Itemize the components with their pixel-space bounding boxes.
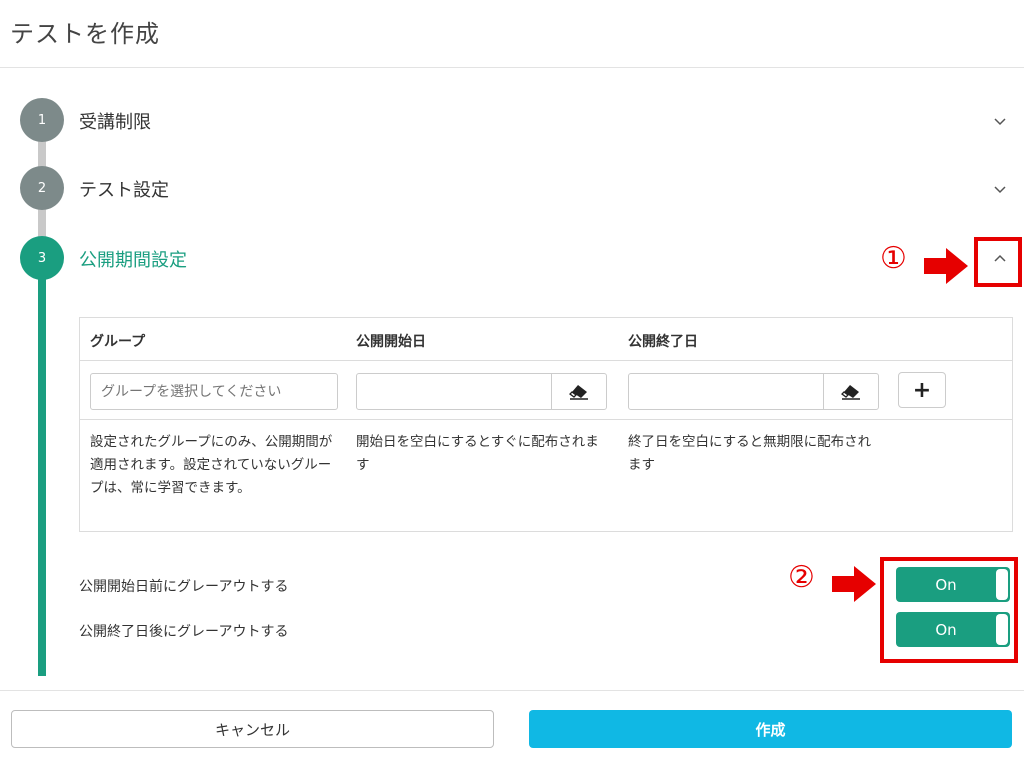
- toggle-state-label: On: [935, 620, 957, 639]
- grayout-before-start-toggle[interactable]: On: [896, 567, 1010, 602]
- grayout-after-end-toggle[interactable]: On: [896, 612, 1010, 647]
- eraser-icon: [841, 384, 860, 400]
- start-date-input[interactable]: [356, 373, 552, 410]
- page-title: テストを作成: [10, 20, 160, 48]
- end-date-help-text: 終了日を空白にすると無期限に配布されます: [628, 434, 872, 473]
- clear-end-date-button[interactable]: [823, 373, 879, 410]
- toggle-knob: [996, 569, 1008, 600]
- group-help-text: 設定されたグループにのみ、公開期間が適用されます。設定されていないグループは、常…: [90, 434, 333, 496]
- annotation-marker-1: ①: [880, 241, 907, 276]
- step-3-label[interactable]: 公開期間設定: [79, 246, 187, 272]
- header-divider: [0, 67, 1024, 68]
- column-header-end-date: 公開終了日: [628, 334, 698, 350]
- publish-period-table: グループ 公開開始日 公開終了日 + 設定されたグループにのみ、公開期間が適用さ…: [79, 317, 1013, 532]
- stepper-connector-active: [38, 258, 46, 676]
- plus-icon: +: [912, 377, 932, 403]
- toggle-knob: [996, 614, 1008, 645]
- cancel-button[interactable]: キャンセル: [11, 710, 494, 748]
- grayout-before-start-label: 公開開始日前にグレーアウトする: [79, 579, 289, 595]
- chevron-down-icon[interactable]: [993, 182, 1007, 196]
- arrow-right-icon: [832, 566, 876, 602]
- chevron-down-icon[interactable]: [993, 114, 1007, 128]
- clear-start-date-button[interactable]: [551, 373, 607, 410]
- start-date-help-text: 開始日を空白にするとすぐに配布されます: [356, 434, 599, 473]
- column-header-start-date: 公開開始日: [356, 334, 426, 350]
- step-1-number[interactable]: 1: [20, 98, 64, 142]
- footer-divider: [0, 690, 1024, 691]
- add-group-row-button[interactable]: +: [898, 372, 946, 408]
- toggle-state-label: On: [935, 575, 957, 594]
- step-1-label[interactable]: 受講制限: [79, 108, 151, 134]
- step-2-label[interactable]: テスト設定: [79, 176, 169, 202]
- table-row-divider: [80, 419, 1012, 420]
- grayout-after-end-label: 公開終了日後にグレーアウトする: [79, 624, 289, 640]
- table-row-divider: [80, 360, 1012, 361]
- group-select-input[interactable]: [90, 373, 338, 410]
- arrow-right-icon: [924, 248, 968, 284]
- create-button[interactable]: 作成: [529, 710, 1012, 748]
- annotation-marker-2: ②: [788, 560, 815, 595]
- column-header-group: グループ: [90, 334, 146, 350]
- step-3-number[interactable]: 3: [20, 236, 64, 280]
- step-2-number[interactable]: 2: [20, 166, 64, 210]
- end-date-input[interactable]: [628, 373, 824, 410]
- eraser-icon: [569, 384, 588, 400]
- chevron-up-icon[interactable]: [993, 252, 1007, 266]
